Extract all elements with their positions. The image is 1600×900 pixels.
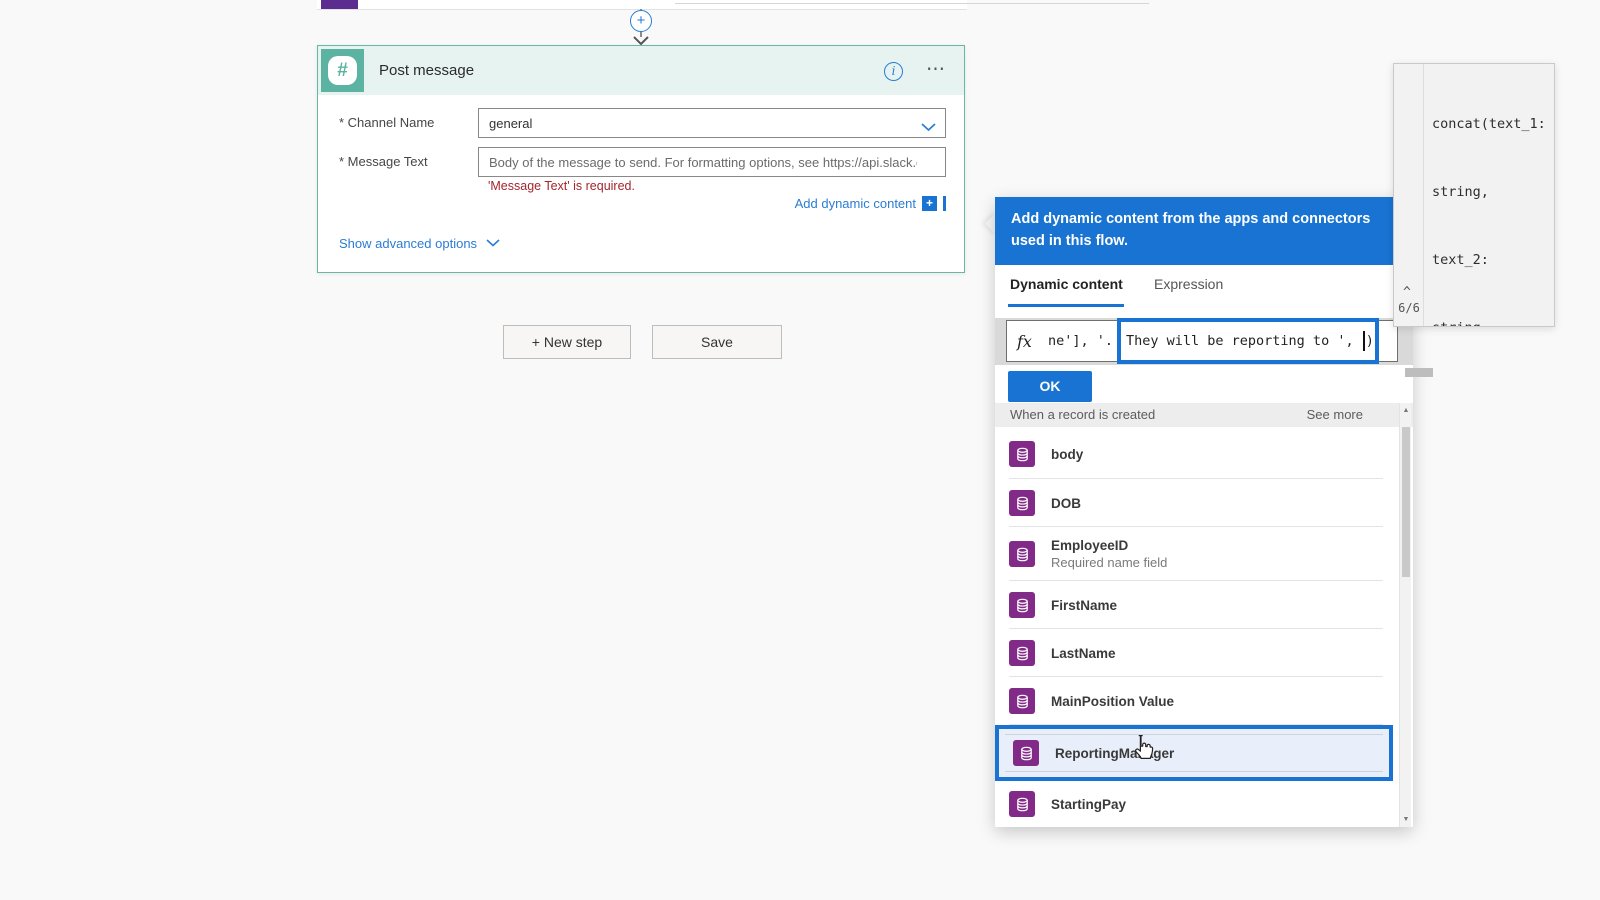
database-icon bbox=[1009, 541, 1035, 567]
show-advanced-options-link[interactable]: Show advanced options bbox=[339, 234, 500, 252]
signature-line: text_2: bbox=[1432, 251, 1489, 268]
database-icon bbox=[1009, 490, 1035, 516]
item-sublabel: Required name field bbox=[1051, 555, 1168, 570]
channel-name-field-wrap bbox=[478, 108, 946, 138]
add-dynamic-content-link[interactable]: Add dynamic content + bbox=[795, 196, 946, 211]
trigger-card-accent bbox=[321, 0, 358, 9]
slack-icon: # bbox=[328, 56, 357, 85]
add-dynamic-content-icon: + bbox=[922, 196, 937, 211]
mouse-cursor-icon bbox=[1132, 735, 1158, 770]
ok-button[interactable]: OK bbox=[1008, 371, 1092, 402]
dynamic-content-popup: Add dynamic content from the apps and co… bbox=[995, 197, 1433, 827]
trigger-card-edge bbox=[675, 3, 1149, 4]
tab-expression[interactable]: Expression bbox=[1154, 276, 1223, 292]
signature-line: concat(text_1: bbox=[1432, 116, 1546, 133]
info-icon[interactable]: i bbox=[884, 62, 903, 81]
database-icon bbox=[1009, 688, 1035, 714]
slack-connector-tile: # bbox=[321, 49, 364, 92]
ellipsis-menu-icon[interactable]: ⋯ bbox=[926, 58, 946, 81]
flow-designer-canvas: + # Post message i ⋯ * Channel Name * Me… bbox=[0, 0, 1600, 900]
dynamic-content-item-firstname[interactable]: FirstName bbox=[995, 581, 1393, 629]
dynamic-content-item-reportingmanager-highlighted[interactable]: ReportingManager bbox=[995, 725, 1393, 781]
dynamic-content-item-body[interactable]: body bbox=[995, 429, 1393, 479]
database-icon bbox=[1009, 592, 1035, 618]
database-icon bbox=[1009, 640, 1035, 666]
tab-dynamic-content[interactable]: Dynamic content bbox=[1010, 276, 1123, 292]
expression-prefix-text: ne'], '. bbox=[1047, 333, 1113, 349]
list-scrollbar[interactable]: ▲ ▼ bbox=[1399, 403, 1411, 827]
expression-highlight-box[interactable]: They will be reporting to ', ) bbox=[1117, 318, 1379, 364]
see-more-link[interactable]: See more bbox=[1307, 403, 1363, 427]
scroll-up-icon[interactable]: ▲ bbox=[1400, 407, 1412, 414]
expression-highlight-text: They will be reporting to ', bbox=[1126, 333, 1362, 349]
step-title: Post message bbox=[379, 62, 475, 79]
active-tab-underline bbox=[1008, 304, 1124, 307]
scrollbar-thumb[interactable] bbox=[1402, 427, 1410, 577]
dynamic-content-item-dob[interactable]: DOB bbox=[995, 479, 1393, 527]
signature-gutter: ^ 6/6 bbox=[1394, 64, 1424, 326]
dynamic-content-item-startingpay[interactable]: StartingPay bbox=[995, 781, 1393, 827]
save-button[interactable]: Save bbox=[652, 325, 782, 359]
insert-step-button[interactable]: + bbox=[630, 10, 652, 32]
fx-icon: fx bbox=[1017, 331, 1032, 351]
scroll-down-icon[interactable]: ▼ bbox=[1400, 816, 1412, 823]
function-signature-tooltip: ^ 6/6 concat(text_1: string, text_2: str… bbox=[1393, 63, 1555, 327]
add-dynamic-content-icon-bar bbox=[943, 196, 946, 211]
chevron-down-icon bbox=[486, 234, 500, 252]
chevron-down-icon[interactable] bbox=[921, 119, 936, 137]
post-message-header[interactable]: # Post message i ⋯ bbox=[318, 46, 964, 95]
popup-header: Add dynamic content from the apps and co… bbox=[995, 197, 1413, 265]
expression-highlight-close: ) bbox=[1365, 333, 1374, 349]
message-text-input[interactable] bbox=[478, 147, 946, 177]
channel-name-select[interactable] bbox=[478, 108, 946, 138]
plus-icon: + bbox=[636, 12, 646, 29]
post-message-card: # Post message i ⋯ * Channel Name * Mess… bbox=[317, 45, 965, 273]
dynamic-content-item-employeeid[interactable]: EmployeeID Required name field bbox=[995, 527, 1393, 581]
param-up-icon[interactable]: ^ bbox=[1403, 285, 1411, 300]
message-text-field-wrap bbox=[478, 147, 946, 177]
new-step-button[interactable]: + New step bbox=[503, 325, 631, 359]
trigger-card-partial bbox=[317, 0, 1149, 10]
signature-line: string, bbox=[1432, 317, 1546, 326]
database-icon bbox=[1009, 441, 1035, 467]
param-counter: 6/6 bbox=[1398, 301, 1420, 315]
signature-lines: concat(text_1: string, text_2: string, t… bbox=[1432, 68, 1546, 326]
text-cursor bbox=[1362, 331, 1365, 351]
message-text-label: * Message Text bbox=[339, 154, 428, 169]
channel-name-label: * Channel Name bbox=[339, 115, 435, 130]
section-title: When a record is created bbox=[1010, 407, 1156, 422]
database-icon bbox=[1009, 791, 1035, 817]
formula-scrollbar-fragment[interactable] bbox=[1405, 368, 1433, 377]
section-header: When a record is created See more bbox=[995, 403, 1413, 427]
dynamic-content-item-lastname[interactable]: LastName bbox=[995, 629, 1393, 677]
database-icon bbox=[1013, 740, 1039, 766]
highlighted-row-inner: ReportingManager bbox=[1005, 734, 1383, 772]
message-text-error: 'Message Text' is required. bbox=[488, 179, 635, 193]
signature-line: string, bbox=[1432, 183, 1489, 200]
dynamic-content-item-mainposition[interactable]: MainPosition Value bbox=[995, 677, 1393, 725]
